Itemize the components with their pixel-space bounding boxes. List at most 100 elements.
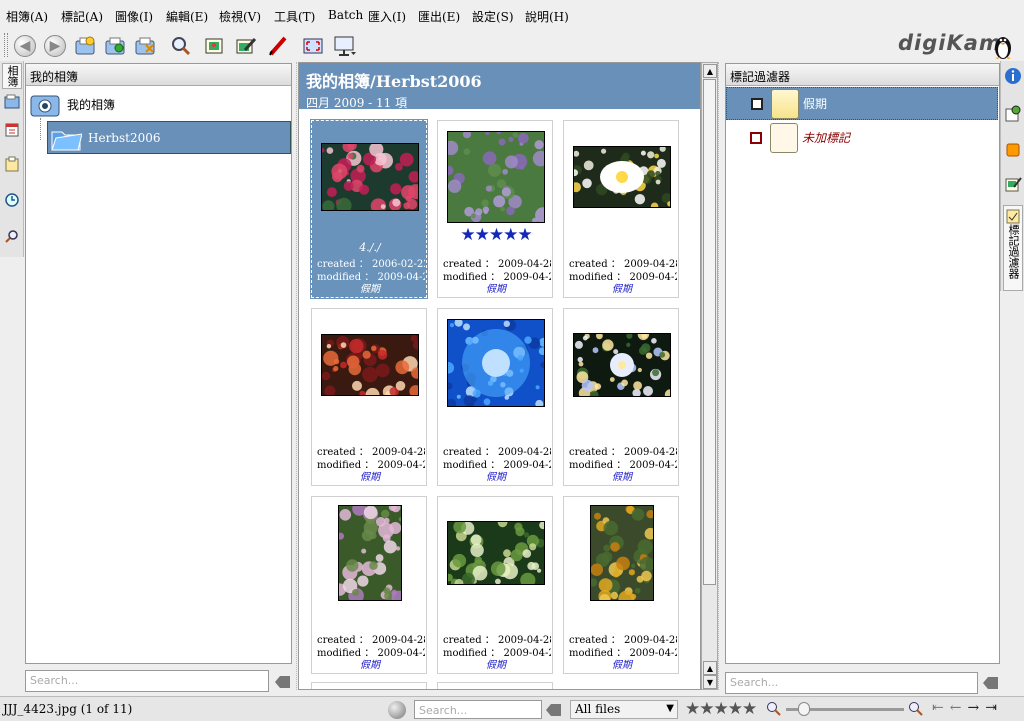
menu-batch[interactable]: Batch bbox=[328, 8, 363, 22]
status-search-input[interactable]: Search... bbox=[414, 700, 542, 719]
icon-view: 我的相簿/Herbst2006 四月 2009 - 11 項 4././crea… bbox=[298, 62, 701, 690]
menu-edit[interactable]: 編輯(E) bbox=[166, 8, 208, 25]
album-item-herbst2006[interactable]: Herbst2006 bbox=[47, 121, 291, 154]
albums-icon bbox=[4, 94, 20, 109]
tag-filter-row-untagged[interactable]: 未加標記 bbox=[726, 121, 998, 154]
zoom-in-icon[interactable] bbox=[908, 701, 924, 717]
thumbnail-card[interactable]: created ： 2009-04-28...modified ： 2009-0… bbox=[311, 308, 427, 486]
thumbnail-frame bbox=[321, 143, 419, 211]
tab-tag-filter[interactable]: 標記過濾器 bbox=[1003, 205, 1023, 291]
slideshow-button[interactable] bbox=[332, 33, 358, 59]
tag-filter-row-vacation[interactable]: 假期 bbox=[726, 87, 998, 120]
toolbar-grip[interactable] bbox=[4, 33, 8, 57]
thumbnail-image bbox=[448, 320, 544, 406]
navigation-buttons: ⇤←→⇥ bbox=[932, 700, 1003, 716]
item-tag: 假期 bbox=[486, 660, 506, 671]
search-button[interactable] bbox=[168, 33, 194, 59]
next-item-button[interactable]: → bbox=[967, 700, 985, 716]
tab-geolocation[interactable] bbox=[1003, 103, 1023, 125]
view-image-button[interactable] bbox=[201, 33, 227, 59]
tab-timeline[interactable] bbox=[2, 189, 22, 211]
thumbnail-card[interactable]: created ： 2009-04-28...modified ： 2009-0… bbox=[563, 120, 679, 298]
prev-item-button[interactable]: ← bbox=[950, 700, 968, 716]
album-item-label: Herbst2006 bbox=[88, 130, 161, 145]
geolocation-icon bbox=[1005, 105, 1021, 122]
last-item-button[interactable]: ⇥ bbox=[985, 700, 1003, 716]
tab-albums[interactable]: 相簿 bbox=[2, 63, 22, 89]
tab-calendar[interactable] bbox=[2, 119, 22, 141]
thumbnail-card[interactable]: 4././created ： 2006-02-22...modified ： 2… bbox=[310, 119, 428, 299]
mime-filter-select[interactable]: All files ▼ bbox=[570, 700, 678, 719]
thumbnail-card[interactable]: created ： 2009-04-28...modified ： 2009-0… bbox=[563, 496, 679, 674]
icon-view-scrollbar[interactable]: ▲ ▲ ▼ bbox=[701, 62, 718, 690]
menu-album[interactable]: 相簿(A) bbox=[6, 8, 48, 25]
rating-filter[interactable]: ★★★★★ bbox=[685, 699, 757, 719]
delete-album-icon bbox=[135, 37, 155, 55]
thumbnail-card[interactable]: created ： 2009-04-28...modified ： 2009-0… bbox=[437, 496, 553, 674]
forward-button[interactable]: ▶ bbox=[42, 33, 68, 59]
thumbnail-card[interactable]: created ： 2009-04-28...modified ： 2009-0… bbox=[563, 308, 679, 486]
thumbnail-card[interactable]: ★★★★★created ： 2009-04-28...modified ： 2… bbox=[437, 120, 553, 298]
item-tag: 假期 bbox=[612, 472, 632, 483]
tab-tag-edit[interactable] bbox=[1003, 173, 1023, 195]
clear-search-icon[interactable] bbox=[274, 675, 290, 689]
new-album-icon bbox=[75, 36, 95, 55]
slideshow-icon bbox=[334, 36, 356, 56]
splitter-right[interactable] bbox=[718, 62, 724, 690]
menu-export[interactable]: 匯出(E) bbox=[418, 8, 460, 25]
album-path-title: 我的相簿/Herbst2006 bbox=[306, 72, 482, 91]
delete-album-button[interactable] bbox=[132, 33, 158, 59]
album-search-input[interactable]: Search... bbox=[25, 670, 269, 692]
thumbnail-card-partial[interactable] bbox=[311, 682, 427, 689]
scroll-down-button[interactable]: ▼ bbox=[703, 675, 717, 689]
rating-stars[interactable]: ★★★★★ bbox=[457, 225, 535, 245]
clear-tag-search-icon[interactable] bbox=[982, 676, 998, 690]
info-icon bbox=[1005, 68, 1021, 84]
edit-caption-button[interactable] bbox=[265, 33, 291, 59]
menu-image[interactable]: 圖像(I) bbox=[115, 8, 153, 25]
view-image-icon bbox=[205, 38, 223, 54]
tag-checkbox[interactable] bbox=[751, 97, 763, 110]
edit-image-button[interactable] bbox=[233, 33, 259, 59]
menu-tag[interactable]: 標記(A) bbox=[61, 8, 103, 25]
splitter-left[interactable] bbox=[292, 62, 297, 690]
thumbnail-image bbox=[448, 522, 544, 584]
tree-root-row[interactable]: 我的相簿 bbox=[29, 90, 115, 118]
status-filename: JJJ_4423.jpg bbox=[3, 702, 77, 716]
menu-import[interactable]: 匯入(I) bbox=[368, 8, 406, 25]
scroll-up-button[interactable]: ▲ bbox=[703, 64, 717, 78]
back-button[interactable]: ◀ bbox=[12, 33, 38, 59]
fullscreen-button[interactable] bbox=[300, 33, 326, 59]
tag-edit-icon bbox=[1005, 177, 1022, 192]
tag-filter-search-input[interactable]: Search... bbox=[725, 672, 978, 694]
thumbnail-card[interactable]: created ： 2009-04-28...modified ： 2009-0… bbox=[311, 496, 427, 674]
color-icon bbox=[1006, 143, 1020, 157]
my-albums-icon bbox=[30, 95, 60, 117]
thumbnail-card[interactable]: created ： 2009-04-28...modified ： 2009-0… bbox=[437, 308, 553, 486]
menu-tools[interactable]: 工具(T) bbox=[274, 8, 315, 25]
magnifier-icon bbox=[172, 37, 191, 56]
scroll-thumb[interactable] bbox=[703, 79, 716, 585]
menu-help[interactable]: 說明(H) bbox=[525, 8, 569, 25]
item-tag: 假期 bbox=[360, 660, 380, 671]
status-clear-search-icon[interactable] bbox=[545, 703, 561, 717]
tab-search[interactable] bbox=[2, 225, 22, 247]
chevron-down-icon: ▼ bbox=[666, 703, 674, 714]
album-properties-button[interactable] bbox=[102, 33, 128, 59]
tab-color[interactable] bbox=[1003, 139, 1023, 161]
thumbnail-image bbox=[322, 144, 418, 210]
zoom-slider-handle[interactable] bbox=[798, 702, 810, 716]
tab-info[interactable] bbox=[1003, 65, 1023, 87]
menu-settings[interactable]: 設定(S) bbox=[472, 8, 514, 25]
zoom-out-icon[interactable] bbox=[766, 701, 782, 717]
tab-tags[interactable] bbox=[2, 153, 22, 175]
untagged-tag-icon bbox=[770, 122, 798, 153]
tab-albums-icon-button[interactable] bbox=[2, 91, 22, 113]
menu-view[interactable]: 檢視(V) bbox=[219, 8, 261, 25]
untagged-checkbox[interactable] bbox=[750, 131, 762, 144]
first-item-button[interactable]: ⇤ bbox=[932, 700, 950, 716]
thumbnail-card-partial[interactable] bbox=[437, 682, 553, 689]
new-album-button[interactable] bbox=[72, 33, 98, 59]
scroll-up-button-lower[interactable]: ▲ bbox=[703, 661, 717, 675]
album-tree-panel: 我的相簿 我的相簿 Herbst2006 bbox=[25, 63, 292, 664]
